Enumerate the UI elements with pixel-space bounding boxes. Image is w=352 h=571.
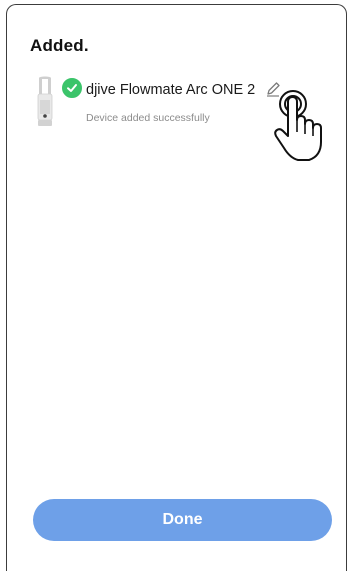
done-button[interactable]: Done: [33, 499, 332, 541]
check-circle-icon: [60, 76, 84, 100]
device-name: djive Flowmate Arc ONE 2: [86, 82, 256, 98]
tap-hand-icon: [266, 86, 326, 164]
device-status: Device added successfully: [86, 112, 210, 124]
purifier-tower-icon: [36, 76, 54, 128]
page-title: Added.: [30, 36, 89, 55]
